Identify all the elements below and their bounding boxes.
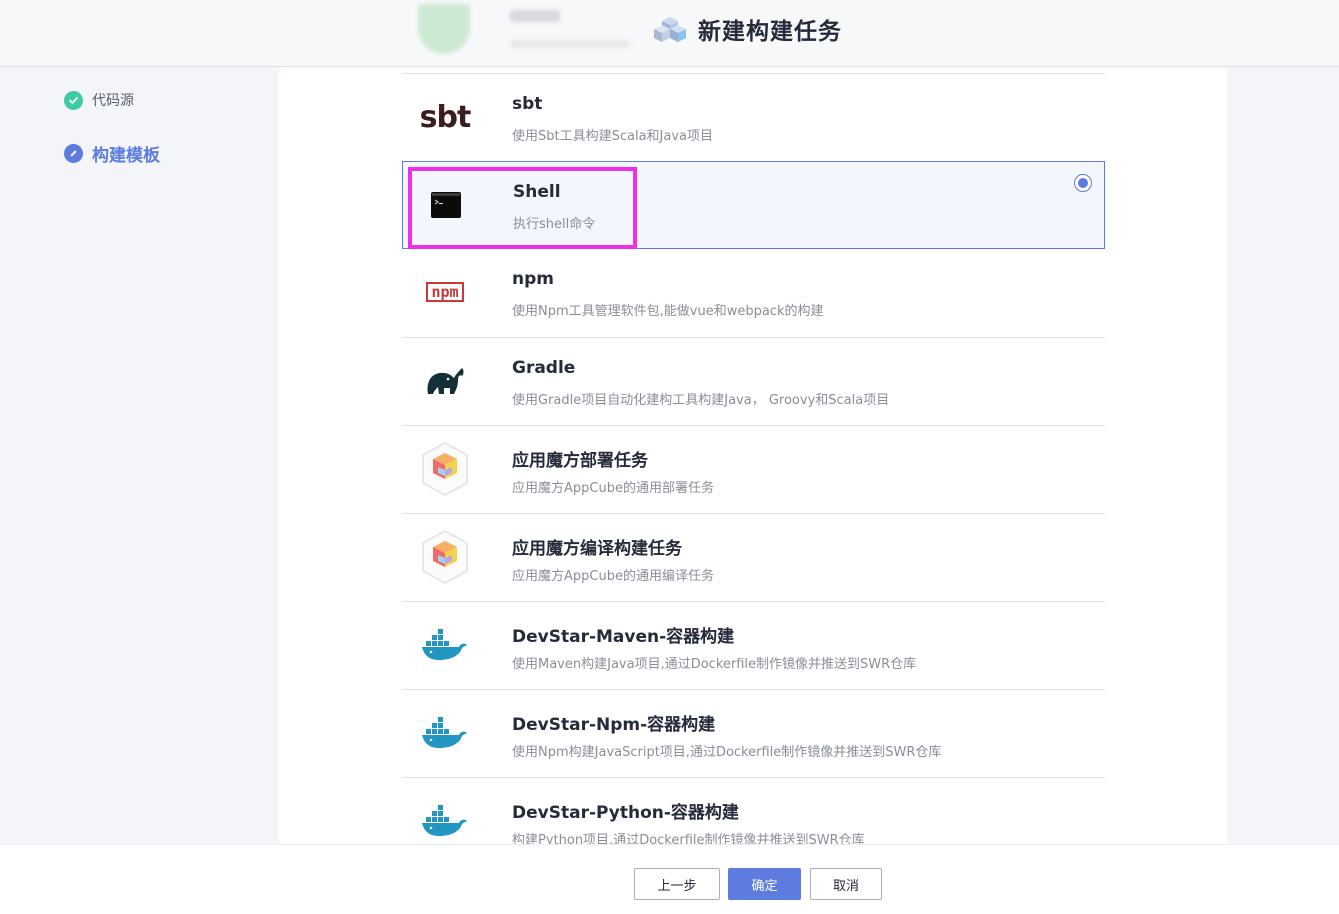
appcube-icon (415, 529, 475, 585)
gradle-elephant-icon (415, 353, 475, 409)
npm-logo-icon: npm (415, 264, 475, 320)
page-header: 新建构建任务 (0, 0, 1339, 67)
step-code-source[interactable]: 代码源 (64, 90, 134, 110)
template-item-appcube-deploy[interactable]: 应用魔方部署任务 应用魔方AppCube的通用部署任务 (402, 425, 1105, 513)
cube-stack-icon (654, 17, 686, 42)
docker-whale-icon (415, 617, 475, 673)
template-item-devstar-maven[interactable]: DevStar-Maven-容器构建 使用Maven构建Java项目,通过Doc… (402, 601, 1105, 689)
template-desc: 执行shell命令 (513, 217, 596, 232)
template-list: sbt sbt 使用Sbt工具构建Scala和Java项目 Shell 执行sh… (402, 73, 1105, 844)
template-desc: 构建Python项目,通过Dockerfile制作镜像并推送到SWR仓库 (512, 833, 865, 844)
template-title: Gradle (512, 358, 576, 378)
scrolled-template-ghost (410, 0, 640, 60)
step-label: 代码源 (92, 93, 134, 109)
template-title: DevStar-Npm-容器构建 (512, 715, 716, 735)
step-build-template[interactable]: 构建模板 (64, 141, 160, 166)
template-desc: 使用Npm构建JavaScript项目,通过Dockerfile制作镜像并推送到… (512, 745, 942, 760)
cancel-button[interactable]: 取消 (810, 868, 882, 900)
docker-whale-icon (415, 793, 475, 844)
docker-whale-icon (415, 705, 475, 761)
template-item-devstar-python[interactable]: DevStar-Python-容器构建 构建Python项目,通过Dockerf… (402, 777, 1105, 844)
right-gutter (1227, 68, 1339, 844)
header-title-group: 新建构建任务 (652, 11, 842, 47)
template-title: 应用魔方部署任务 (512, 451, 648, 471)
template-desc: 使用Maven构建Java项目,通过Dockerfile制作镜像并推送到SWR仓… (512, 657, 917, 672)
terminal-icon (416, 177, 476, 233)
selected-radio[interactable] (1074, 174, 1092, 192)
sbt-logo-icon: sbt (419, 99, 472, 135)
template-title: npm (512, 269, 554, 289)
template-desc: 应用魔方AppCube的通用编译任务 (512, 569, 714, 584)
template-title: 应用魔方编译构建任务 (512, 539, 682, 559)
template-desc: 使用Gradle项目自动化建构工具构建Java， Groovy和Scala项目 (512, 393, 890, 408)
previous-step-button[interactable]: 上一步 (634, 868, 720, 900)
appcube-icon (415, 441, 475, 497)
wizard-steps: 代码源 构建模板 (0, 68, 278, 844)
template-title: DevStar-Python-容器构建 (512, 803, 739, 823)
template-desc: 使用Sbt工具构建Scala和Java项目 (512, 129, 714, 144)
template-item-shell[interactable]: Shell 执行shell命令 (402, 161, 1105, 249)
template-title: Shell (513, 182, 561, 202)
footer-actions: 上一步 确定 取消 (0, 844, 1339, 914)
template-desc: 使用Npm工具管理软件包,能做vue和webpack的构建 (512, 304, 824, 319)
template-panel: sbt sbt 使用Sbt工具构建Scala和Java项目 Shell 执行sh… (279, 68, 1227, 844)
step-label: 构建模板 (92, 146, 160, 166)
template-item-sbt[interactable]: sbt sbt 使用Sbt工具构建Scala和Java项目 (402, 73, 1105, 161)
template-desc: 应用魔方AppCube的通用部署任务 (512, 481, 714, 496)
template-item-appcube-build[interactable]: 应用魔方编译构建任务 应用魔方AppCube的通用编译任务 (402, 513, 1105, 601)
template-title: sbt (512, 94, 543, 114)
check-circle-icon (64, 90, 83, 110)
radio-dot (1078, 178, 1088, 188)
template-item-npm[interactable]: npm npm 使用Npm工具管理软件包,能做vue和webpack的构建 (402, 249, 1105, 337)
template-item-gradle[interactable]: Gradle 使用Gradle项目自动化建构工具构建Java， Groovy和S… (402, 337, 1105, 425)
edit-pencil-icon (64, 144, 83, 163)
template-item-devstar-npm[interactable]: DevStar-Npm-容器构建 使用Npm构建JavaScript项目,通过D… (402, 689, 1105, 777)
confirm-button[interactable]: 确定 (728, 868, 801, 900)
template-title: DevStar-Maven-容器构建 (512, 627, 735, 647)
page-title: 新建构建任务 (698, 19, 842, 45)
